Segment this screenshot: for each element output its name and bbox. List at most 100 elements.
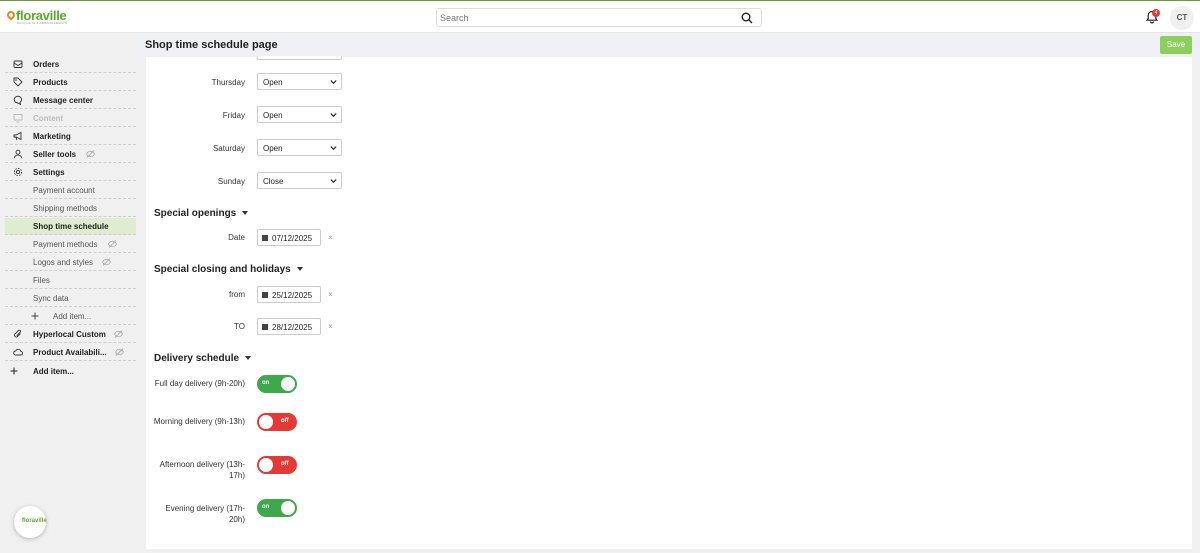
chevron-down-icon bbox=[330, 146, 337, 151]
full-day-delivery-toggle[interactable]: on bbox=[257, 375, 297, 393]
clear-date-icon[interactable]: × bbox=[328, 322, 333, 331]
sidebar-sub-files[interactable]: Files bbox=[5, 272, 136, 289]
sidebar-item-product-availability[interactable]: Product Availabili... bbox=[5, 344, 136, 361]
afternoon-delivery-toggle[interactable]: off bbox=[257, 456, 297, 474]
sidebar-item-marketing[interactable]: Marketing bbox=[5, 128, 136, 145]
closing-to-date-input[interactable]: 28/12/2025 bbox=[257, 318, 321, 335]
top-bar: floraville BOUQUETS & ARRANGEMENTS 4 CT bbox=[0, 0, 1200, 33]
sidebar-sub-payment-methods[interactable]: Payment methods bbox=[5, 236, 136, 253]
sidebar-add-item[interactable]: Add item... bbox=[5, 363, 136, 380]
widget-logo-text: floraville bbox=[22, 518, 47, 524]
toggle-state-text: off bbox=[281, 418, 289, 424]
section-title: Delivery schedule bbox=[154, 353, 240, 364]
toggle-knob bbox=[281, 501, 295, 515]
calendar-icon bbox=[262, 292, 268, 298]
plus-icon bbox=[10, 367, 18, 375]
sidebar-item-label: Hyperlocal Custom bbox=[33, 330, 106, 339]
sidebar-sub-label: Payment account bbox=[33, 186, 95, 195]
monitor-icon bbox=[13, 114, 23, 123]
sidebar-item-settings[interactable]: Settings bbox=[5, 164, 136, 181]
paperclip-icon bbox=[14, 329, 21, 338]
sidebar-sub-label: Payment methods bbox=[33, 240, 98, 249]
sidebar-item-orders[interactable]: Orders bbox=[5, 56, 136, 73]
caret-down-icon bbox=[242, 211, 249, 216]
section-title: Special closing and holidays bbox=[154, 264, 291, 275]
delivery-label-full-day: Full day delivery (9h-20h) bbox=[154, 379, 245, 388]
calendar-icon bbox=[262, 324, 268, 330]
friday-select[interactable]: Open bbox=[257, 106, 342, 123]
user-icon bbox=[13, 149, 23, 159]
search-input[interactable] bbox=[440, 11, 720, 25]
gear-icon bbox=[13, 167, 23, 177]
sidebar-item-content[interactable]: Content bbox=[5, 110, 136, 127]
cloud-icon bbox=[13, 348, 23, 356]
sidebar-item-seller-tools[interactable]: Seller tools bbox=[5, 146, 136, 163]
sidebar-sub-label: Shop time schedule bbox=[33, 222, 109, 231]
logo-tagline: BOUQUETS & ARRANGEMENTS bbox=[17, 21, 68, 25]
special-opening-date-input[interactable]: 07/12/2025 bbox=[257, 229, 321, 246]
mail-icon bbox=[13, 60, 23, 68]
sidebar-sub-shop-time-schedule[interactable]: Shop time schedule bbox=[5, 218, 136, 235]
sunday-select[interactable]: Close bbox=[257, 172, 342, 189]
delivery-schedule-toggle[interactable]: Delivery schedule bbox=[154, 353, 252, 364]
avatar[interactable]: CT bbox=[1170, 6, 1194, 30]
sidebar-item-label: Marketing bbox=[33, 132, 71, 141]
logo-pin-icon bbox=[5, 9, 17, 21]
sidebar-item-label: Settings bbox=[33, 168, 65, 177]
sidebar-sub-label: Shipping methods bbox=[33, 204, 98, 213]
sidebar-sub-label: Logos and styles bbox=[33, 258, 94, 267]
day-label-sunday: Sunday bbox=[217, 177, 245, 186]
eye-off-icon[interactable] bbox=[86, 150, 95, 158]
thursday-select[interactable]: Open bbox=[257, 73, 342, 90]
select-value: Close bbox=[263, 177, 284, 186]
date-value: 28/12/2025 bbox=[272, 323, 313, 332]
floraville-logo[interactable]: floraville BOUQUETS & ARRANGEMENTS bbox=[5, 7, 68, 27]
delivery-label-evening: Evening delivery (17h-20h) bbox=[165, 504, 245, 524]
sidebar-item-label: Add item... bbox=[33, 367, 74, 376]
closing-from-date-input[interactable]: 25/12/2025 bbox=[257, 286, 321, 303]
floraville-widget-button[interactable]: floraville bbox=[14, 506, 47, 538]
section-title: Special openings bbox=[154, 208, 237, 219]
page-title: Shop time schedule page bbox=[145, 39, 278, 51]
special-openings-toggle[interactable]: Special openings bbox=[154, 208, 249, 219]
sidebar-item-products[interactable]: Products bbox=[5, 74, 136, 91]
save-button[interactable]: Save bbox=[1160, 36, 1192, 54]
from-label: from bbox=[229, 290, 245, 299]
eye-off-icon[interactable] bbox=[102, 258, 111, 266]
sidebar-sub-logos-and-styles[interactable]: Logos and styles bbox=[5, 254, 136, 271]
schedule-form: Thursday Open Friday Open Saturday Open … bbox=[146, 56, 1192, 549]
search-box bbox=[436, 8, 762, 27]
sidebar-sub-payment-account[interactable]: Payment account bbox=[5, 182, 136, 199]
sidebar-sub-add-item[interactable]: Add item... bbox=[5, 308, 136, 325]
date-value: 07/12/2025 bbox=[272, 234, 313, 243]
sidebar-item-label: Orders bbox=[33, 60, 60, 69]
notification-badge: 4 bbox=[1152, 9, 1160, 17]
sidebar-item-label: Products bbox=[33, 78, 68, 87]
eye-off-icon[interactable] bbox=[108, 240, 117, 248]
sidebar-sub-shipping-methods[interactable]: Shipping methods bbox=[5, 200, 136, 217]
eye-off-icon[interactable] bbox=[114, 330, 123, 338]
previous-day-select[interactable] bbox=[257, 56, 342, 60]
sidebar-item-label: Product Availabili... bbox=[33, 348, 107, 357]
toggle-knob bbox=[259, 458, 273, 472]
tag-icon bbox=[13, 77, 23, 87]
saturday-select[interactable]: Open bbox=[257, 139, 342, 156]
evening-delivery-toggle[interactable]: on bbox=[257, 499, 297, 517]
date-value: 25/12/2025 bbox=[272, 291, 313, 300]
megaphone-icon bbox=[13, 131, 22, 141]
special-closing-toggle[interactable]: Special closing and holidays bbox=[154, 264, 303, 275]
clear-date-icon[interactable]: × bbox=[328, 233, 333, 242]
morning-delivery-toggle[interactable]: off bbox=[257, 413, 297, 431]
eye-off-icon[interactable] bbox=[115, 348, 124, 356]
to-label: TO bbox=[234, 322, 245, 331]
select-value: Open bbox=[263, 111, 283, 120]
delivery-label-afternoon: Afternoon delivery (13h-17h) bbox=[159, 460, 245, 480]
search-icon[interactable] bbox=[741, 12, 753, 24]
sidebar-item-message-center[interactable]: Message center bbox=[5, 92, 136, 109]
select-value: Open bbox=[263, 144, 283, 153]
sidebar-sub-sync-data[interactable]: Sync data bbox=[5, 290, 136, 307]
delivery-label-morning: Morning delivery (9h-13h) bbox=[153, 417, 245, 426]
sidebar-sub-label: Sync data bbox=[33, 294, 69, 303]
clear-date-icon[interactable]: × bbox=[328, 290, 333, 299]
sidebar-item-hyperlocal-custom[interactable]: Hyperlocal Custom bbox=[5, 326, 136, 343]
